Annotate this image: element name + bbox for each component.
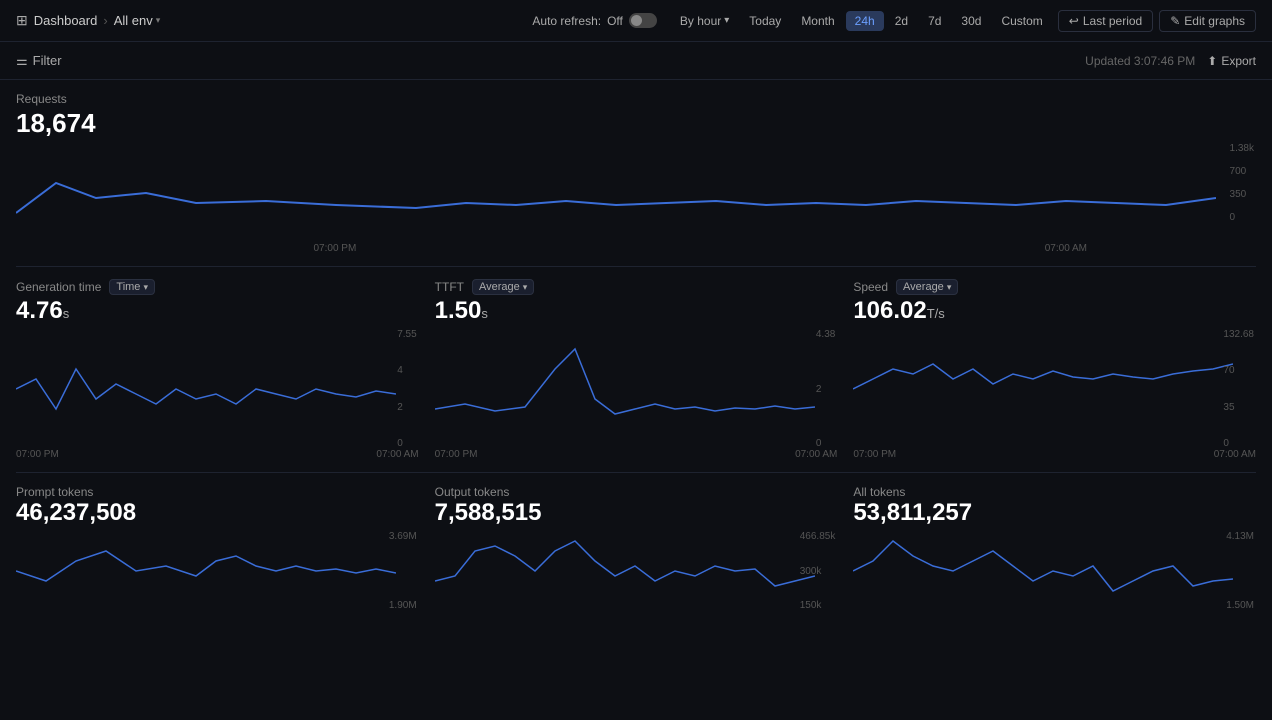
last-period-button[interactable]: ↩ Last period	[1058, 10, 1153, 32]
divider-2	[16, 472, 1256, 473]
generation-time-card: Generation time Time 4.76s 7.55 4 2 0 07…	[16, 279, 419, 460]
ttft-header: TTFT Average	[435, 279, 838, 295]
ttft-badge[interactable]: Average	[472, 279, 534, 295]
2d-button[interactable]: 2d	[886, 11, 917, 31]
speed-header: Speed Average	[853, 279, 1256, 295]
speed-badge[interactable]: Average	[896, 279, 958, 295]
requests-chart	[16, 143, 1216, 243]
prompt-tokens-value: 46,237,508	[16, 499, 419, 527]
prompt-tokens-chart-container: 3.69M 1.90M	[16, 531, 419, 611]
output-tokens-chart-container: 466.85k 300k 150k	[435, 531, 838, 611]
edit-graphs-button[interactable]: ✎ Edit graphs	[1159, 10, 1256, 32]
edit-icon: ✎	[1170, 14, 1180, 28]
breadcrumb-env[interactable]: All env ▾	[114, 13, 161, 28]
all-tokens-card: All tokens 53,811,257 4.13M 1.50M	[853, 485, 1256, 611]
metrics-row-2: Prompt tokens 46,237,508 3.69M 1.90M Out…	[16, 485, 1256, 611]
auto-refresh-label: Auto refresh:	[532, 14, 601, 28]
all-tokens-y-labels: 4.13M 1.50M	[1226, 531, 1256, 611]
gen-x-labels: 07:00 PM 07:00 AM	[16, 449, 419, 460]
main-content: Requests 18,674 1.38k 700 350 0 07:00 PM	[0, 80, 1272, 611]
gen-y-labels: 7.55 4 2 0	[397, 329, 418, 449]
speed-chart-container: 132.68 70 35 0	[853, 329, 1256, 449]
export-icon: ⬆	[1207, 54, 1217, 68]
updated-timestamp: Updated 3:07:46 PM	[1085, 54, 1195, 68]
auto-refresh-control: Auto refresh: Off	[532, 13, 657, 28]
auto-refresh-toggle[interactable]	[629, 13, 657, 28]
ttft-value: 1.50s	[435, 297, 838, 325]
prompt-tokens-chart	[16, 531, 396, 611]
requests-value: 18,674	[16, 108, 1256, 139]
grid-icon: ⊞	[16, 12, 28, 29]
requests-section: Requests 18,674 1.38k 700 350 0 07:00 PM	[16, 92, 1256, 254]
requests-chart-container: 1.38k 700 350 0	[16, 143, 1256, 243]
generation-time-chart-container: 7.55 4 2 0	[16, 329, 419, 449]
ttft-x-labels: 07:00 PM 07:00 AM	[435, 449, 838, 460]
ttft-card: TTFT Average 1.50s 4.38 2 0 07:00 PM 07:…	[435, 279, 838, 460]
breadcrumb-area: ⊞ Dashboard › All env ▾	[16, 12, 160, 29]
all-tokens-chart	[853, 531, 1233, 611]
today-button[interactable]: Today	[740, 11, 790, 31]
output-tokens-chart	[435, 531, 815, 611]
prompt-tokens-y-labels: 3.69M 1.90M	[389, 531, 419, 611]
chevron-down-icon: ▾	[156, 15, 161, 26]
generation-time-badge[interactable]: Time	[109, 279, 155, 295]
30d-button[interactable]: 30d	[952, 11, 990, 31]
ttft-chart	[435, 329, 815, 449]
generation-time-value: 4.76s	[16, 297, 419, 325]
speed-card: Speed Average 106.02T/s 132.68 70 35 0 0…	[853, 279, 1256, 460]
update-info: Updated 3:07:46 PM ⬆ Export	[1085, 54, 1256, 68]
output-tokens-value: 7,588,515	[435, 499, 838, 527]
top-controls: Auto refresh: Off By hour Today Month 24…	[532, 10, 1256, 32]
output-tokens-card: Output tokens 7,588,515 466.85k 300k 150…	[435, 485, 838, 611]
custom-button[interactable]: Custom	[992, 11, 1051, 31]
top-bar: ⊞ Dashboard › All env ▾ Auto refresh: Of…	[0, 0, 1272, 42]
requests-y-labels: 1.38k 700 350 0	[1230, 143, 1256, 223]
filter-button[interactable]: ⚌ Filter	[16, 53, 62, 69]
24h-button[interactable]: 24h	[846, 11, 884, 31]
requests-title: Requests	[16, 92, 1256, 106]
month-button[interactable]: Month	[792, 11, 843, 31]
export-button[interactable]: ⬆ Export	[1207, 54, 1256, 68]
generation-time-chart	[16, 329, 396, 449]
time-range-group: By hour Today Month 24h 2d 7d 30d Custom	[671, 11, 1052, 31]
7d-button[interactable]: 7d	[919, 11, 950, 31]
filter-icon: ⚌	[16, 53, 28, 69]
output-tokens-y-labels: 466.85k 300k 150k	[800, 531, 838, 611]
all-tokens-chart-container: 4.13M 1.50M	[853, 531, 1256, 611]
generation-time-header: Generation time Time	[16, 279, 419, 295]
divider-1	[16, 266, 1256, 267]
speed-chart	[853, 329, 1233, 449]
auto-refresh-state: Off	[607, 14, 623, 28]
prompt-tokens-card: Prompt tokens 46,237,508 3.69M 1.90M	[16, 485, 419, 611]
requests-x-labels: 07:00 PM 07:00 AM	[16, 243, 1256, 254]
metrics-row-1: Generation time Time 4.76s 7.55 4 2 0 07…	[16, 279, 1256, 460]
all-tokens-value: 53,811,257	[853, 499, 1256, 527]
speed-y-labels: 132.68 70 35 0	[1223, 329, 1256, 449]
ttft-y-labels: 4.38 2 0	[816, 329, 837, 449]
filter-bar: ⚌ Filter Updated 3:07:46 PM ⬆ Export	[0, 42, 1272, 80]
speed-value: 106.02T/s	[853, 297, 1256, 325]
breadcrumb-dashboard[interactable]: Dashboard	[34, 13, 98, 28]
by-hour-button[interactable]: By hour	[671, 11, 738, 31]
ttft-chart-container: 4.38 2 0	[435, 329, 838, 449]
clock-icon: ↩	[1069, 14, 1079, 28]
speed-x-labels: 07:00 PM 07:00 AM	[853, 449, 1256, 460]
